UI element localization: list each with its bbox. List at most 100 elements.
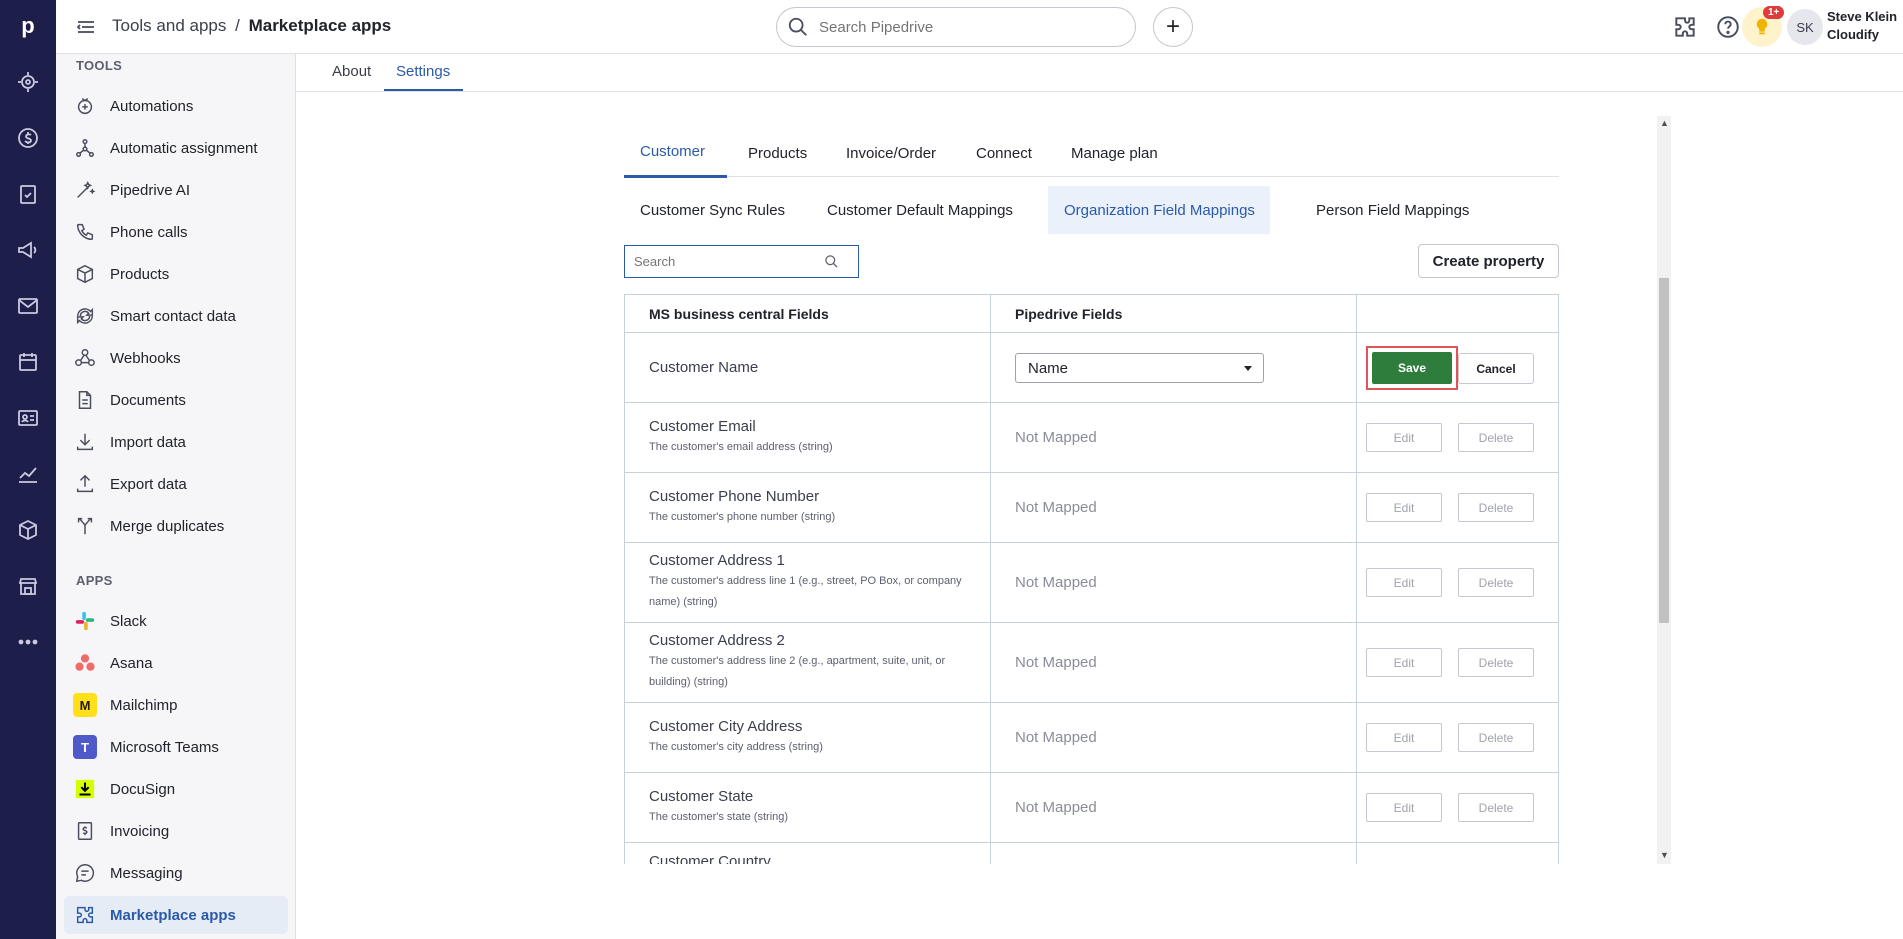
insights-icon[interactable] [16,462,40,486]
tab-invoice-order[interactable]: Invoice/Order [846,145,936,162]
delete-button[interactable]: Delete [1458,723,1534,752]
pipedrive-logo-icon[interactable]: p [14,12,42,40]
sidebar-item-label: Marketplace apps [110,906,236,924]
sidebar-item-label: Invoicing [110,822,170,840]
marketplace-icon [72,902,98,928]
sidebar-item-automatic-assignment[interactable]: Automatic assignment [64,129,288,167]
sidebar-item-asana[interactable]: Asana [64,644,288,682]
sidebar-item-microsoft-teams[interactable]: T Microsoft Teams [64,728,288,766]
sidebar-item-docusign[interactable]: DocuSign [64,770,288,808]
field-description: The customer's address line 2 (e.g., apa… [649,655,946,688]
subtab-customer-default-mappings[interactable]: Customer Default Mappings [811,186,1029,234]
mapping-status: Not Mapped [991,773,1357,842]
active-tab-indicator [624,175,727,178]
field-description: The customer's phone number (string) [649,510,836,523]
pipedrive-field-select[interactable]: Name [1015,353,1264,383]
sidebar-item-marketplace-apps[interactable]: Marketplace apps [64,896,288,934]
sidebar-item-import-data[interactable]: Import data [64,423,288,461]
global-search[interactable] [776,7,1136,47]
sidebar-item-label: Import data [110,433,186,451]
tab-about[interactable]: About [332,63,371,80]
tab-connect[interactable]: Connect [976,145,1032,162]
more-icon[interactable] [16,630,40,654]
teams-icon: T [72,734,98,760]
sidebar-item-slack[interactable]: Slack [64,602,288,640]
tab-manage-plan[interactable]: Manage plan [1071,145,1158,162]
merge-icon [72,513,98,539]
column-header-actions [1357,295,1558,332]
activities-icon[interactable] [16,182,40,206]
search-icon [788,17,807,36]
extensions-puzzle-icon[interactable] [1672,14,1698,40]
subtab-person-field-mappings[interactable]: Person Field Mappings [1300,186,1485,234]
delete-button[interactable]: Delete [1458,568,1534,597]
calendar-icon[interactable] [16,350,40,374]
nav-rail: p [0,0,56,939]
sidebar-item-label: Pipedrive AI [110,181,191,199]
field-name: Customer Address 2 [649,632,785,649]
sidebar-item-products[interactable]: Products [64,255,288,293]
sidebar-item-automations[interactable]: Automations [64,87,288,125]
sidebar-item-phone-calls[interactable]: Phone calls [64,213,288,251]
quick-add-button[interactable]: + [1153,7,1193,47]
sidebar-item-webhooks[interactable]: Webhooks [64,339,288,377]
edit-button[interactable]: Edit [1366,793,1442,822]
sidebar-item-merge-duplicates[interactable]: Merge duplicates [64,507,288,545]
tab-products[interactable]: Products [748,145,807,162]
sidebar-item-messaging[interactable]: Messaging [64,854,288,892]
delete-button[interactable]: Delete [1458,493,1534,522]
delete-button[interactable]: Delete [1458,793,1534,822]
sidebar-item-label: Documents [110,391,186,409]
sidebar-item-mailchimp[interactable]: M Mailchimp [64,686,288,724]
field-name: Customer Address 1 [649,552,785,569]
sidebar-item-documents[interactable]: Documents [64,381,288,419]
sidebar-item-label: Asana [110,654,153,672]
sidebar-item-invoicing[interactable]: Invoicing [64,812,288,850]
phone-icon [72,219,98,245]
sidebar-item-export-data[interactable]: Export data [64,465,288,503]
edit-button[interactable]: Edit [1366,493,1442,522]
cancel-button[interactable]: Cancel [1458,353,1534,384]
edit-button[interactable]: Edit [1366,423,1442,452]
field-search-input[interactable] [634,254,824,269]
sidebar-item-label: Smart contact data [110,307,236,325]
tab-customer[interactable]: Customer [640,143,705,160]
scrollbar-thumb[interactable] [1659,278,1669,623]
campaigns-icon[interactable] [16,238,40,262]
tab-settings[interactable]: Settings [396,63,450,80]
subtab-customer-sync-rules[interactable]: Customer Sync Rules [624,186,801,234]
sidebar-item-label: Automatic assignment [110,139,258,157]
avatar[interactable]: SK [1787,9,1823,45]
save-button[interactable]: Save [1372,352,1452,384]
deals-icon[interactable] [16,126,40,150]
marketplace-rail-icon[interactable] [16,574,40,598]
contacts-icon[interactable] [16,406,40,430]
leads-icon[interactable] [16,70,40,94]
sidebar-item-pipedrive-ai[interactable]: Pipedrive AI [64,171,288,209]
create-property-button[interactable]: Create property [1418,244,1559,278]
delete-button[interactable]: Delete [1458,423,1534,452]
collapse-menu-icon[interactable] [76,17,96,37]
assignment-icon [72,135,98,161]
user-name[interactable]: Steve Klein [1827,9,1897,24]
subtab-organization-field-mappings[interactable]: Organization Field Mappings [1048,186,1270,234]
sidebar-item-label: Phone calls [110,223,188,241]
content-scrollbar[interactable]: ▲ ▼ [1657,116,1671,864]
products-rail-icon[interactable] [16,518,40,542]
edit-button[interactable]: Edit [1366,723,1442,752]
edit-button[interactable]: Edit [1366,648,1442,677]
breadcrumb-current: Marketplace apps [248,16,392,35]
table-row: Customer Country [625,843,1558,864]
breadcrumb-parent[interactable]: Tools and apps [112,16,226,35]
help-icon[interactable] [1715,14,1741,40]
global-search-input[interactable] [819,18,1119,36]
delete-button[interactable]: Delete [1458,648,1534,677]
mail-icon[interactable] [16,294,40,318]
field-search[interactable] [624,245,859,278]
edit-button[interactable]: Edit [1366,568,1442,597]
sidebar-item-smart-contact-data[interactable]: Smart contact data [64,297,288,335]
scroll-up-arrow-icon[interactable]: ▲ [1660,118,1669,128]
messaging-icon [72,860,98,886]
box-icon [72,261,98,287]
scroll-down-arrow-icon[interactable]: ▼ [1660,850,1669,860]
